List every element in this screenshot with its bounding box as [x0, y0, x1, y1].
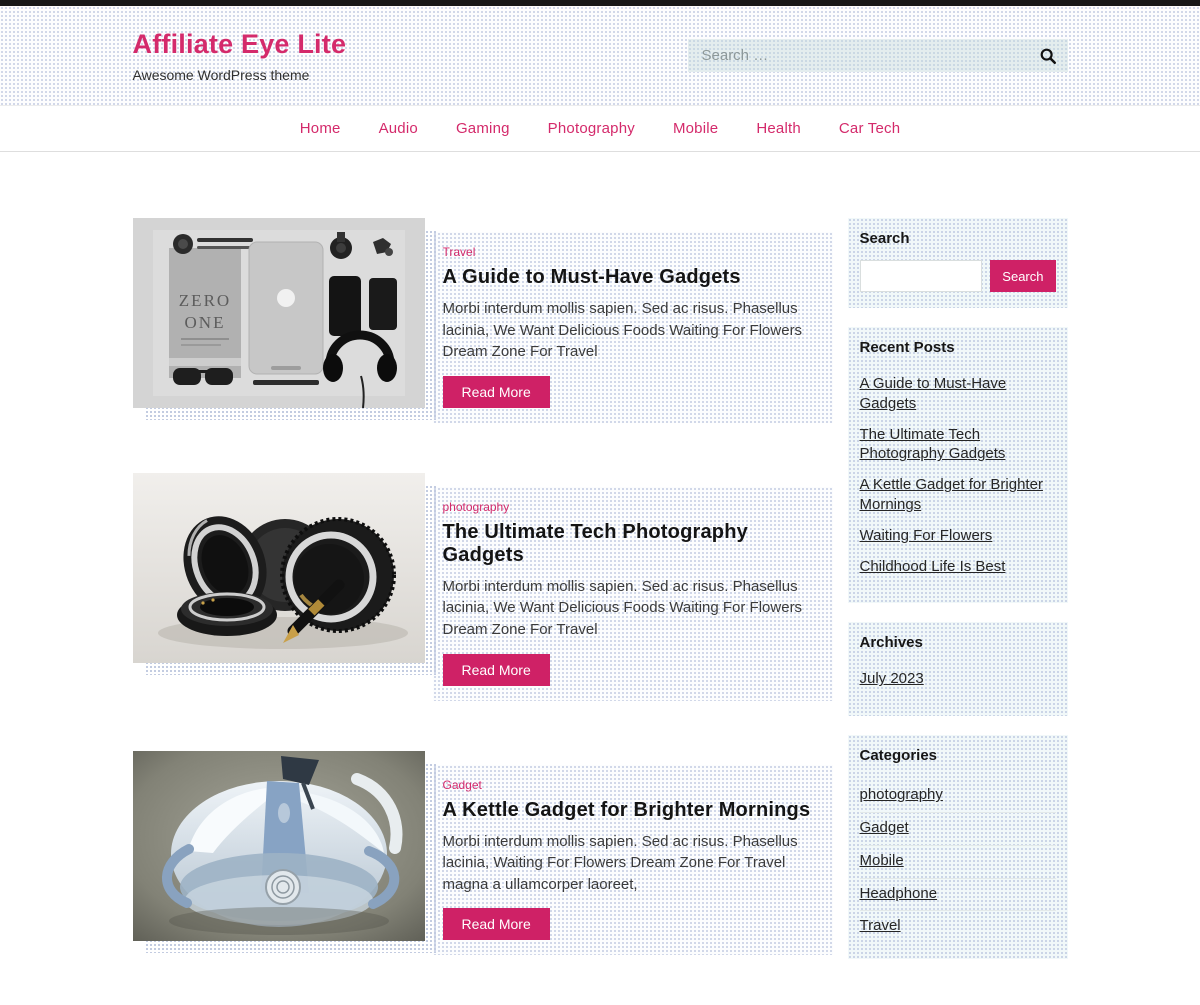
nav-link-audio[interactable]: Audio [379, 120, 418, 137]
read-more-button[interactable]: Read More [443, 908, 550, 940]
category-item: Mobile [860, 846, 1056, 879]
recent-post-item: A Guide to Must-Have Gadgets [860, 374, 1056, 414]
category-item: Gadget [860, 813, 1056, 846]
post-title-link[interactable]: The Ultimate Tech Photography Gadgets [443, 521, 748, 566]
post-title: A Kettle Gadget for Brighter Mornings [443, 799, 817, 822]
svg-text:ONE: ONE [184, 313, 225, 332]
posts-list: ZERO ONE [133, 218, 833, 1005]
post-category-link[interactable]: photography [443, 500, 510, 514]
post-excerpt: Morbi interdum mollis sapien. Sed ac ris… [443, 576, 817, 641]
recent-post-link[interactable]: Childhood Life Is Best [860, 558, 1006, 575]
nav-item-audio[interactable]: Audio [379, 120, 418, 138]
category-item: Headphone [860, 879, 1056, 912]
recent-post-link[interactable]: The Ultimate Tech Photography Gadgets [860, 426, 1006, 463]
recent-post-item: A Kettle Gadget for Brighter Mornings [860, 475, 1056, 515]
lens-adapters-image [133, 473, 425, 663]
recent-post-item: Childhood Life Is Best [860, 557, 1056, 577]
recent-post-item: Waiting For Flowers [860, 526, 1056, 546]
nav-link-gaming[interactable]: Gaming [456, 120, 510, 137]
nav-link-photography[interactable]: Photography [548, 120, 635, 137]
category-link[interactable]: Headphone [860, 885, 938, 902]
header-search-form [688, 39, 1068, 72]
post-thumbnail-lens-adapters [133, 473, 425, 663]
nav-link-home[interactable]: Home [300, 120, 341, 137]
read-more-button[interactable]: Read More [443, 376, 550, 408]
post-body: photography The Ultimate Tech Photograph… [433, 487, 833, 701]
svg-text:ZERO: ZERO [178, 291, 230, 310]
widget-recent-posts: Recent Posts A Guide to Must-Have Gadget… [848, 327, 1068, 603]
sidebar-search-input[interactable] [860, 260, 983, 292]
nav-link-mobile[interactable]: Mobile [673, 120, 718, 137]
category-link[interactable]: photography [860, 786, 943, 803]
sidebar-search-button[interactable]: Search [990, 260, 1055, 292]
header-search-input[interactable] [688, 39, 1068, 72]
category-item: Travel [860, 911, 1056, 943]
nav-item-photography[interactable]: Photography [548, 120, 635, 138]
post-body: Gadget A Kettle Gadget for Brighter Morn… [433, 765, 833, 956]
widget-search: Search Search [848, 218, 1068, 308]
post-title-link[interactable]: A Kettle Gadget for Brighter Mornings [443, 799, 811, 821]
post-body: Travel A Guide to Must-Have Gadgets Morb… [433, 232, 833, 423]
site-tagline: Awesome WordPress theme [133, 67, 347, 83]
widget-search-title: Search [860, 230, 1056, 247]
category-link[interactable]: Travel [860, 917, 901, 934]
widget-archives-title: Archives [860, 634, 1056, 651]
kettle-image [133, 751, 425, 941]
post-card-2: photography The Ultimate Tech Photograph… [133, 473, 833, 701]
site-header: Affiliate Eye Lite Awesome WordPress the… [0, 6, 1200, 105]
nav-item-home[interactable]: Home [300, 120, 341, 138]
post-category-link[interactable]: Travel [443, 245, 476, 259]
nav-link-car-tech[interactable]: Car Tech [839, 120, 900, 137]
post-card-1: ZERO ONE [133, 218, 833, 423]
post-category-link[interactable]: Gadget [443, 778, 482, 792]
post-thumbnail-gadgets-flatlay: ZERO ONE [133, 218, 425, 408]
post-excerpt: Morbi interdum mollis sapien. Sed ac ris… [443, 831, 817, 896]
category-link[interactable]: Mobile [860, 852, 904, 869]
post-thumbnail-kettle [133, 751, 425, 941]
site-branding: Affiliate Eye Lite Awesome WordPress the… [133, 29, 347, 83]
post-title-link[interactable]: A Guide to Must-Have Gadgets [443, 266, 741, 288]
widget-archives: Archives July 2023 [848, 622, 1068, 716]
post-title: The Ultimate Tech Photography Gadgets [443, 521, 817, 567]
recent-post-link[interactable]: A Guide to Must-Have Gadgets [860, 375, 1007, 412]
archive-link[interactable]: July 2023 [860, 670, 924, 687]
recent-post-link[interactable]: Waiting For Flowers [860, 527, 993, 544]
recent-post-link[interactable]: A Kettle Gadget for Brighter Mornings [860, 476, 1043, 513]
post-excerpt: Morbi interdum mollis sapien. Sed ac ris… [443, 298, 817, 363]
site-title[interactable]: Affiliate Eye Lite [133, 29, 347, 60]
primary-navigation: Home Audio Gaming Photography Mobile Hea… [0, 105, 1200, 152]
sidebar: Search Search Recent Posts A Guide to Mu… [848, 218, 1068, 978]
search-icon [1039, 47, 1057, 65]
nav-item-gaming[interactable]: Gaming [456, 120, 510, 138]
gadgets-flatlay-image: ZERO ONE [133, 218, 425, 408]
nav-item-car-tech[interactable]: Car Tech [839, 120, 900, 138]
read-more-button[interactable]: Read More [443, 654, 550, 686]
category-item: photography [860, 780, 1056, 813]
nav-item-health[interactable]: Health [756, 120, 801, 138]
post-title: A Guide to Must-Have Gadgets [443, 266, 817, 289]
category-link[interactable]: Gadget [860, 819, 909, 836]
header-search-button[interactable] [1034, 43, 1062, 69]
post-card-3: Gadget A Kettle Gadget for Brighter Morn… [133, 751, 833, 956]
widget-categories: Categories photography Gadget Mobile Hea… [848, 735, 1068, 959]
archive-item: July 2023 [860, 669, 1056, 689]
nav-link-health[interactable]: Health [756, 120, 801, 137]
nav-item-mobile[interactable]: Mobile [673, 120, 718, 138]
widget-recent-posts-title: Recent Posts [860, 339, 1056, 356]
widget-categories-title: Categories [860, 747, 1056, 764]
recent-post-item: The Ultimate Tech Photography Gadgets [860, 425, 1056, 465]
